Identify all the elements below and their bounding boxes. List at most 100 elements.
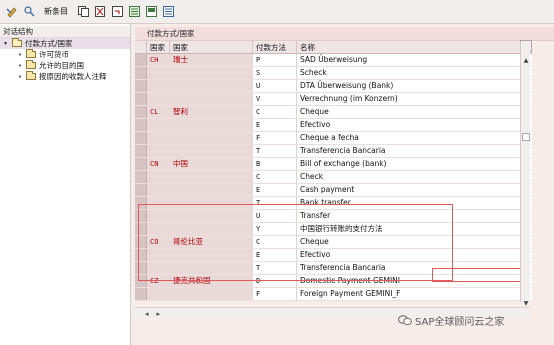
country-name-cell	[170, 171, 253, 183]
wechat-logo-icon	[398, 315, 412, 326]
watermark-text: SAP全球顾问云之家	[415, 317, 505, 328]
payment-method-cell[interactable]: U	[253, 80, 297, 92]
payment-method-cell[interactable]: V	[253, 93, 297, 105]
application-toolbar: 新条目	[0, 0, 554, 24]
scroll-thumb[interactable]	[522, 133, 530, 141]
select-all-cell[interactable]	[135, 41, 147, 53]
row-selector[interactable]	[135, 132, 147, 144]
column-header-name[interactable]: 名称	[297, 41, 532, 53]
country-code-cell	[147, 288, 170, 300]
folder-icon	[26, 71, 36, 80]
copy-as-icon[interactable]	[77, 5, 90, 18]
scroll-left-icon[interactable]: ◂	[145, 310, 149, 318]
payment-method-name-cell[interactable]: DTA Überweisung (Bank)	[297, 80, 532, 92]
payment-method-name-cell[interactable]: Foreign Payment GEMINI_F	[297, 288, 532, 300]
payment-method-name-cell[interactable]: Check	[297, 171, 532, 183]
column-header-country-code[interactable]: 国家	[147, 41, 170, 53]
new-entry-highlight	[432, 268, 529, 282]
payment-method-name-cell[interactable]: Cash payment	[297, 184, 532, 196]
folder-icon	[26, 49, 36, 58]
payment-method-cell[interactable]: E	[253, 184, 297, 196]
new-entries-button[interactable]: 新条目	[44, 6, 68, 17]
country-code-cell	[147, 80, 170, 92]
row-selector[interactable]	[135, 80, 147, 92]
row-selector[interactable]	[135, 171, 147, 183]
folder-icon	[26, 60, 36, 69]
row-selector[interactable]	[135, 184, 147, 196]
country-name-cell	[170, 67, 253, 79]
country-name-cell: 中国	[170, 158, 253, 170]
table-row[interactable]: CN 中国 B Bill of exchange (bank)	[135, 158, 532, 171]
payment-method-cell[interactable]: B	[253, 158, 297, 170]
payment-method-name-cell[interactable]: Efectivo	[297, 119, 532, 131]
row-selector[interactable]	[135, 288, 147, 300]
tree-node-permitted-destination[interactable]: • 允许的目的国	[0, 60, 130, 71]
vertical-scrollbar[interactable]: ▲ ▼	[520, 42, 531, 307]
payment-method-name-cell[interactable]: SAD Überweisung	[297, 54, 532, 66]
table-row[interactable]: E Cash payment	[135, 184, 532, 197]
deselect-all-icon[interactable]	[162, 5, 175, 18]
row-selector[interactable]	[135, 145, 147, 157]
table-row[interactable]: S Scheck	[135, 67, 532, 80]
row-selector[interactable]	[135, 158, 147, 170]
table-row[interactable]: V Verrechnung (im Konzern)	[135, 93, 532, 106]
collapse-icon[interactable]: ▾	[4, 40, 12, 47]
undo-change-icon[interactable]	[111, 5, 124, 18]
table-row[interactable]: U DTA Überweisung (Bank)	[135, 80, 532, 93]
payment-method-cell[interactable]: S	[253, 67, 297, 79]
country-code-cell	[147, 93, 170, 105]
country-code-cell: CN	[147, 158, 170, 170]
table-row[interactable]: C Check	[135, 171, 532, 184]
tree-node-payee-notes-by-reason[interactable]: • 按原因的收款人注释	[0, 71, 130, 82]
country-name-cell	[170, 288, 253, 300]
payment-method-cell[interactable]: F	[253, 132, 297, 144]
row-selector[interactable]	[135, 93, 147, 105]
country-name-cell: 瑞士	[170, 54, 253, 66]
payment-method-name-cell[interactable]: Cheque	[297, 106, 532, 118]
payment-method-name-cell[interactable]: Verrechnung (im Konzern)	[297, 93, 532, 105]
delete-icon[interactable]	[94, 5, 107, 18]
scroll-right-icon[interactable]: ▸	[157, 310, 161, 318]
table-row[interactable]: T Transferencia Bancaria	[135, 145, 532, 158]
country-name-cell	[170, 132, 253, 144]
table-row[interactable]: CH 瑞士 P SAD Überweisung	[135, 54, 532, 67]
row-selector[interactable]	[135, 67, 147, 79]
country-name-cell	[170, 184, 253, 196]
dialog-structure-panel: 对话结构 ▾ 付款方式/国家 • 许可货币 • 允许的目的国 • 按原因的收款人…	[0, 24, 131, 345]
payment-method-cell[interactable]: C	[253, 106, 297, 118]
tree-node-label: 许可货币	[39, 50, 69, 59]
payment-method-name-cell[interactable]: Cheque a fecha	[297, 132, 532, 144]
country-name-cell	[170, 145, 253, 157]
payment-method-cell[interactable]: C	[253, 171, 297, 183]
table-row[interactable]: E Efectivo	[135, 119, 532, 132]
payment-method-name-cell[interactable]: Scheck	[297, 67, 532, 79]
table-row[interactable]: CL 智利 C Cheque	[135, 106, 532, 119]
payment-method-cell[interactable]: T	[253, 145, 297, 157]
payment-method-name-cell[interactable]: Bill of exchange (bank)	[297, 158, 532, 170]
change-display-icon[interactable]	[6, 5, 19, 18]
payment-method-cell[interactable]: E	[253, 119, 297, 131]
select-all-icon[interactable]	[128, 5, 141, 18]
table-row[interactable]: F Foreign Payment GEMINI_F	[135, 288, 532, 301]
display-change-glasses-icon[interactable]	[23, 5, 36, 18]
column-header-payment-method[interactable]: 付款方法	[253, 41, 297, 53]
select-block-icon[interactable]	[145, 5, 158, 18]
table-row[interactable]: F Cheque a fecha	[135, 132, 532, 145]
country-name-cell	[170, 80, 253, 92]
tree-node-label: 按原因的收款人注释	[39, 72, 107, 81]
row-selector[interactable]	[135, 54, 147, 66]
column-header-country-name[interactable]: 国家	[170, 41, 253, 53]
tree-node-payment-method-country[interactable]: ▾ 付款方式/国家	[0, 38, 130, 49]
country-name-cell	[170, 119, 253, 131]
payment-method-name-cell[interactable]: Transferencia Bancaria	[297, 145, 532, 157]
payment-method-cell[interactable]: F	[253, 288, 297, 300]
row-selector[interactable]	[135, 119, 147, 131]
tree-node-permitted-currencies[interactable]: • 许可货币	[0, 49, 130, 60]
row-selector[interactable]	[135, 106, 147, 118]
panel-title: 付款方式/国家	[135, 27, 554, 41]
payment-method-cell[interactable]: P	[253, 54, 297, 66]
tree-node-label: 允许的目的国	[39, 61, 84, 70]
scroll-up-icon[interactable]: ▲	[521, 56, 531, 65]
payment-method-country-panel: 付款方式/国家 国家 国家 付款方法 名称 CH 瑞士 P SAD Überweisu…	[135, 24, 554, 345]
country-code-cell: CH	[147, 54, 170, 66]
